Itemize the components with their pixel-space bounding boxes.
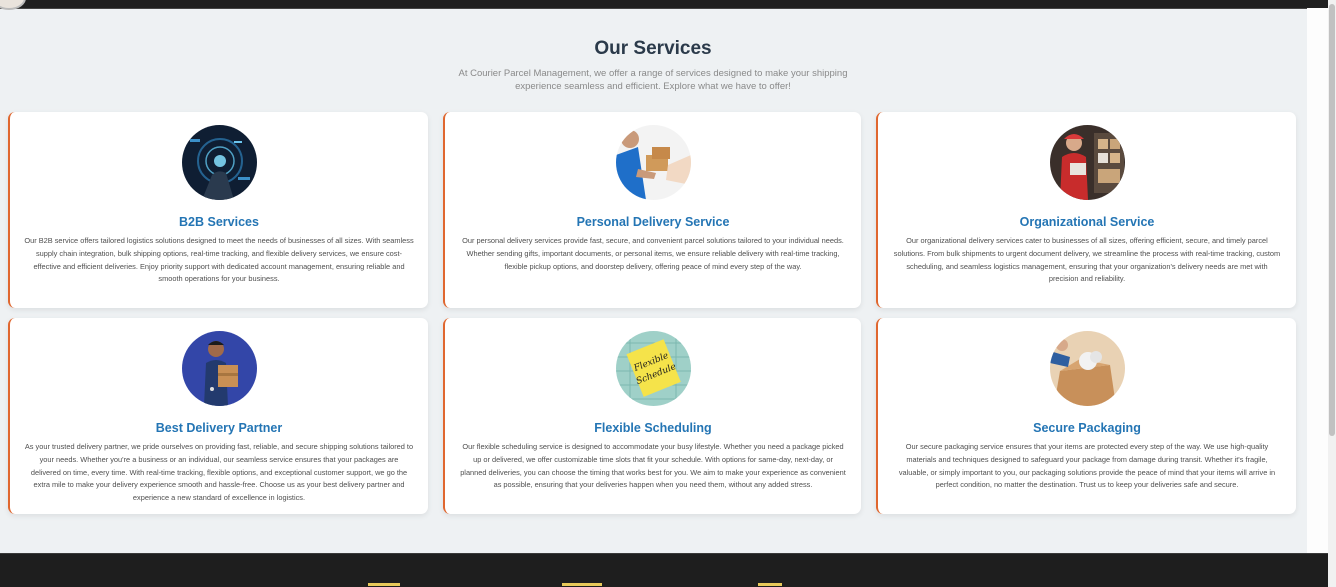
service-title: B2B Services xyxy=(179,215,259,229)
service-card-flexible-scheduling: Flexible Schedule Flexible Scheduling Ou… xyxy=(443,318,861,514)
service-description: Our B2B service offers tailored logistic… xyxy=(24,236,414,284)
service-title: Flexible Scheduling xyxy=(594,421,712,435)
service-card-delivery-partner: Best Delivery Partner As your trusted de… xyxy=(8,318,428,514)
service-title: Personal Delivery Service xyxy=(576,215,730,229)
service-description: Our personal delivery services provide f… xyxy=(462,236,844,271)
service-card-secure-packaging: Secure Packaging Our secure packaging se… xyxy=(876,318,1296,514)
page-title: Our Services xyxy=(594,38,712,59)
services-grid: B2B Services Our B2B service offers tail… xyxy=(8,112,1296,514)
footer xyxy=(0,553,1328,587)
service-card-organizational: Organizational Service Our organizationa… xyxy=(876,112,1296,308)
service-description: As your trusted delivery partner, we pri… xyxy=(24,442,414,503)
package-handover-image xyxy=(615,125,691,200)
page-subtitle: At Courier Parcel Management, we offer a… xyxy=(458,68,848,92)
service-title: Organizational Service xyxy=(1019,215,1155,229)
flexible-schedule-note-image: Flexible Schedule xyxy=(615,331,691,406)
service-description: Our organizational delivery services cat… xyxy=(893,236,1281,284)
service-description: Our secure packaging service ensures tha… xyxy=(898,442,1276,490)
logo[interactable] xyxy=(0,0,26,10)
delivery-man-image xyxy=(181,331,257,406)
packing-box-image xyxy=(1049,331,1125,406)
service-card-b2b: B2B Services Our B2B service offers tail… xyxy=(8,112,428,308)
b2b-tech-image xyxy=(181,125,257,200)
top-navbar xyxy=(0,0,1328,10)
service-description: Our flexible scheduling service is desig… xyxy=(460,442,846,490)
scrollbar-thumb[interactable] xyxy=(1329,4,1335,436)
service-card-personal-delivery: Personal Delivery Service Our personal d… xyxy=(443,112,861,308)
warehouse-worker-image xyxy=(1049,125,1125,200)
service-title: Secure Packaging xyxy=(1033,421,1141,435)
service-title: Best Delivery Partner xyxy=(155,421,283,435)
page-gutter xyxy=(1307,8,1328,553)
vertical-scrollbar[interactable] xyxy=(1328,0,1336,586)
